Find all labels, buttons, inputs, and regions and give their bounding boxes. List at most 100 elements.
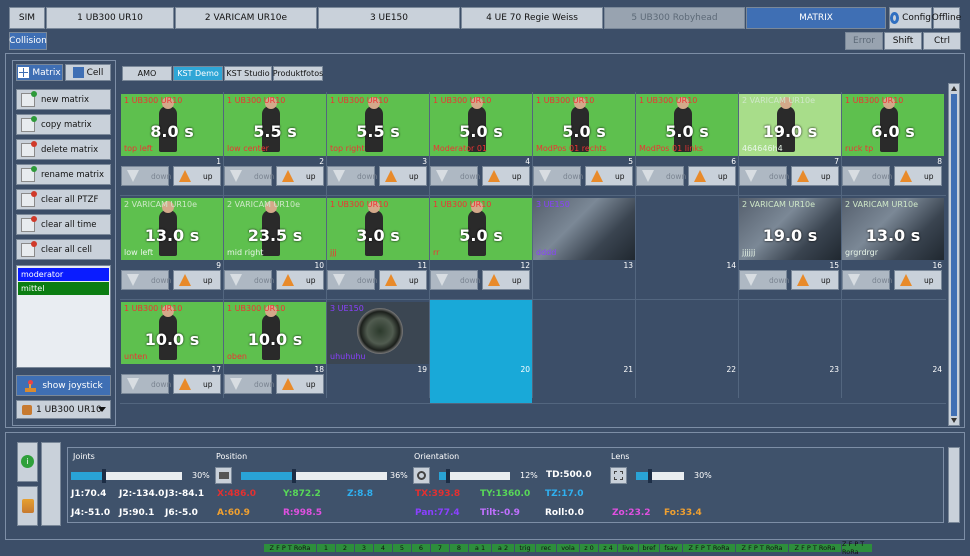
scroll-up-icon[interactable] (951, 86, 957, 91)
cell-thumbnail[interactable]: 1 UB300 UR10 5.5 s top right (327, 94, 429, 156)
slider-knob[interactable] (445, 469, 450, 483)
camera-select[interactable]: 1 UB300 UR10 (16, 400, 111, 419)
cell-thumbnail[interactable]: 2 VARICAM UR10e 13.0 s low left (121, 198, 223, 260)
tab-cell[interactable]: Cell (65, 64, 111, 81)
matrix-tab-produktfotos[interactable]: Produktfotos (273, 66, 323, 81)
scroll-thumb[interactable] (951, 94, 957, 416)
matrix-cell[interactable]: 1 UB300 UR10 5.0 s rr 12 down up (430, 198, 532, 300)
cell-up-button[interactable]: up (894, 270, 942, 290)
matrix-cell[interactable]: 1 UB300 UR10 6.0 s ruck tp 8 down up (842, 94, 944, 196)
cell-down-button[interactable]: down (430, 270, 480, 290)
cell-thumbnail[interactable]: 2 VARICAM UR10e 19.0 s 464646h4 (739, 94, 841, 156)
cell-down-button[interactable]: down (121, 374, 171, 394)
lens-focus-button[interactable] (610, 467, 627, 484)
matrix-cell[interactable]: 1 UB300 UR10 3.0 s jjj 11 down up (327, 198, 429, 300)
cell-up-button[interactable]: up (276, 166, 324, 186)
matrix-tab-amo[interactable]: AMO (122, 66, 172, 81)
cell-up-button[interactable]: up (379, 270, 427, 290)
matrix-cell[interactable]: 21 (533, 302, 635, 404)
ctrl-button[interactable]: Ctrl (923, 32, 961, 50)
matrix-cell[interactable]: 1 UB300 UR10 10.0 s unten 17 down up (121, 302, 223, 404)
lens-slider[interactable] (636, 469, 684, 483)
cell-up-button[interactable]: up (585, 166, 633, 186)
matrix-cell[interactable]: 1 UB300 UR10 5.0 s ModPos 01 links 6 down up (636, 94, 738, 196)
position-camera-button[interactable] (215, 467, 232, 484)
matrix-cell[interactable]: 1 UB300 UR10 5.5 s top right 3 down up (327, 94, 429, 196)
matrix-cell[interactable]: 1 UB300 UR10 5.5 s low center 2 down up (224, 94, 326, 196)
matrix-cell[interactable]: 1 UB300 UR10 5.0 s Moderator 01 4 down up (430, 94, 532, 196)
preset-list[interactable]: moderator mittel (16, 265, 111, 368)
cell-thumbnail[interactable]: 2 VARICAM UR10e 19.0 s jjjjjj (739, 198, 841, 260)
top-tab-camera-3[interactable]: 3 UE150 (318, 7, 460, 29)
cell-down-button[interactable]: down (327, 270, 377, 290)
config-button[interactable]: Config (889, 7, 932, 29)
orientation-target-button[interactable] (413, 467, 430, 484)
side-button-clear-all-cell[interactable]: clear all cell (16, 239, 111, 260)
error-button[interactable]: Error (845, 32, 883, 50)
slider-knob[interactable] (102, 469, 107, 483)
show-joystick-button[interactable]: show joystick (16, 375, 111, 396)
side-button-delete-matrix[interactable]: delete matrix (16, 139, 111, 160)
offline-button[interactable]: Offline (932, 7, 961, 29)
cell-thumbnail[interactable]: 1 UB300 UR10 5.0 s Moderator 01 (430, 94, 532, 156)
cell-down-button[interactable]: down (842, 270, 892, 290)
scroll-down-icon[interactable] (951, 418, 957, 423)
matrix-cell[interactable]: 24 (842, 302, 944, 404)
cell-down-button[interactable]: down (842, 166, 892, 186)
tab-matrix[interactable]: Matrix (16, 64, 63, 81)
matrix-cell[interactable]: 3 UE150 uhuhuhu 19 (327, 302, 429, 404)
cell-up-button[interactable]: up (482, 270, 530, 290)
matrix-cell[interactable]: 20 (430, 300, 532, 404)
top-tab-matrix[interactable]: MATRIX (746, 7, 886, 29)
matrix-cell[interactable]: 22 (636, 302, 738, 404)
side-button-new-matrix[interactable]: new matrix (16, 89, 111, 110)
slider-knob[interactable] (648, 469, 653, 483)
cell-thumbnail[interactable]: 1 UB300 UR10 5.5 s low center (224, 94, 326, 156)
matrix-tab-kst-studio[interactable]: KST Studio (224, 66, 272, 81)
grid-scrollbar[interactable] (948, 83, 960, 426)
joints-slider[interactable] (71, 469, 182, 483)
cell-up-button[interactable]: up (173, 270, 221, 290)
side-button-rename-matrix[interactable]: rename matrix (16, 164, 111, 185)
preset-item[interactable]: moderator (18, 268, 109, 281)
cell-thumbnail[interactable]: 3 UE150 uhuhuhu (327, 302, 429, 364)
cell-thumbnail[interactable]: 1 UB300 UR10 8.0 s top left (121, 94, 223, 156)
cell-up-button[interactable]: up (276, 270, 324, 290)
slider-knob[interactable] (291, 469, 296, 483)
cell-up-button[interactable]: up (482, 166, 530, 186)
matrix-tab-kst-demo[interactable]: KST Demo (173, 66, 223, 81)
side-button-clear-all-ptzf[interactable]: clear all PTZF (16, 189, 111, 210)
top-tab-camera-1[interactable]: 1 UB300 UR10 (46, 7, 174, 29)
cell-up-button[interactable]: up (276, 374, 324, 394)
matrix-cell[interactable]: 3 UE150 dddd 13 (533, 198, 635, 300)
cell-down-button[interactable]: down (533, 166, 583, 186)
cell-thumbnail[interactable]: 1 UB300 UR10 10.0 s oben (224, 302, 326, 364)
cell-down-button[interactable]: down (224, 166, 274, 186)
cell-thumbnail[interactable]: 1 UB300 UR10 3.0 s jjj (327, 198, 429, 260)
cell-up-button[interactable]: up (894, 166, 942, 186)
readout-scrollbar[interactable] (948, 447, 960, 523)
side-button-copy-matrix[interactable]: copy matrix (16, 114, 111, 135)
matrix-cell[interactable]: 2 VARICAM UR10e 23.5 s mid right 10 down up (224, 198, 326, 300)
info-button[interactable]: i (17, 442, 38, 482)
matrix-cell[interactable]: 2 VARICAM UR10e 13.0 s grgrdrgr 16 down up (842, 198, 944, 300)
top-tab-sim[interactable]: SIM (9, 7, 45, 29)
cell-thumbnail[interactable]: 1 UB300 UR10 5.0 s ModPos 01 rechts (533, 94, 635, 156)
matrix-cell[interactable]: 1 UB300 UR10 8.0 s top left 1 down up (121, 94, 223, 196)
cell-up-button[interactable]: up (791, 270, 839, 290)
cell-up-button[interactable]: up (688, 166, 736, 186)
panel-toggle[interactable] (41, 442, 61, 526)
cell-thumbnail[interactable]: 1 UB300 UR10 5.0 s rr (430, 198, 532, 260)
cell-thumbnail[interactable]: 2 VARICAM UR10e 23.5 s mid right (224, 198, 326, 260)
cell-thumbnail[interactable]: 1 UB300 UR10 5.0 s ModPos 01 links (636, 94, 738, 156)
cell-down-button[interactable]: down (430, 166, 480, 186)
cell-thumbnail[interactable]: 2 VARICAM UR10e 13.0 s grgrdrgr (842, 198, 944, 260)
cell-up-button[interactable]: up (379, 166, 427, 186)
cell-down-button[interactable]: down (636, 166, 686, 186)
cell-down-button[interactable]: down (121, 166, 171, 186)
position-slider[interactable] (241, 469, 387, 483)
cell-thumbnail[interactable]: 1 UB300 UR10 6.0 s ruck tp (842, 94, 944, 156)
collision-button[interactable]: Collision (9, 32, 47, 50)
cell-up-button[interactable]: up (173, 166, 221, 186)
cell-thumbnail[interactable]: 3 UE150 dddd (533, 198, 635, 260)
